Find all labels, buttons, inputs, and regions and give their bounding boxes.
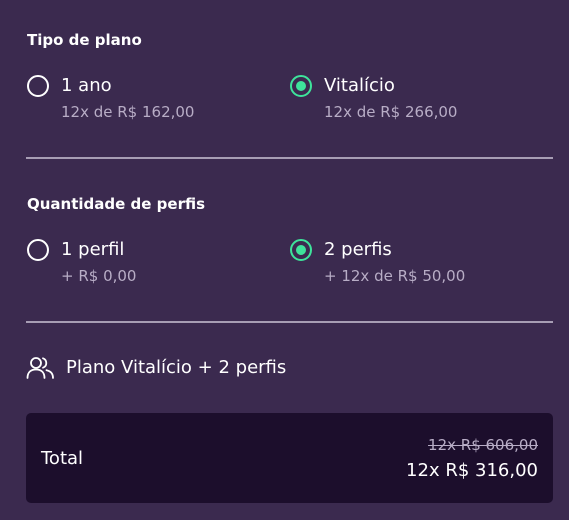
radio-unselected-icon[interactable] xyxy=(27,239,49,261)
total-box: Total 12x R$ 606,00 12x R$ 316,00 xyxy=(26,413,553,503)
profile-option-1[interactable]: 1 perfil + R$ 0,00 xyxy=(27,239,257,289)
profiles-title: Quantidade de perfis xyxy=(27,195,206,213)
radio-selected-icon[interactable] xyxy=(290,75,312,97)
plan-option-1-year[interactable]: 1 ano 12x de R$ 162,00 xyxy=(27,75,257,125)
radio-selected-icon[interactable] xyxy=(290,239,312,261)
plan-option-label: 1 ano xyxy=(61,75,112,96)
divider xyxy=(26,157,553,159)
profile-option-label: 2 perfis xyxy=(324,239,392,260)
total-price: 12x R$ 316,00 xyxy=(406,460,538,481)
divider xyxy=(26,321,553,323)
plan-option-lifetime[interactable]: Vitalício 12x de R$ 266,00 xyxy=(290,75,520,125)
plan-option-price: 12x de R$ 266,00 xyxy=(324,103,458,121)
profile-option-2[interactable]: 2 perfis + 12x de R$ 50,00 xyxy=(290,239,520,289)
profile-option-price: + 12x de R$ 50,00 xyxy=(324,267,466,285)
plan-option-price: 12x de R$ 162,00 xyxy=(61,103,195,121)
total-label: Total xyxy=(41,448,84,469)
plan-type-title: Tipo de plano xyxy=(27,31,142,49)
radio-unselected-icon[interactable] xyxy=(27,75,49,97)
profile-option-label: 1 perfil xyxy=(61,239,125,260)
profile-option-price: + R$ 0,00 xyxy=(61,267,137,285)
users-icon xyxy=(26,357,54,379)
old-price: 12x R$ 606,00 xyxy=(428,436,538,454)
plan-option-label: Vitalício xyxy=(324,75,395,96)
plan-summary-text: Plano Vitalício + 2 perfis xyxy=(66,357,287,378)
